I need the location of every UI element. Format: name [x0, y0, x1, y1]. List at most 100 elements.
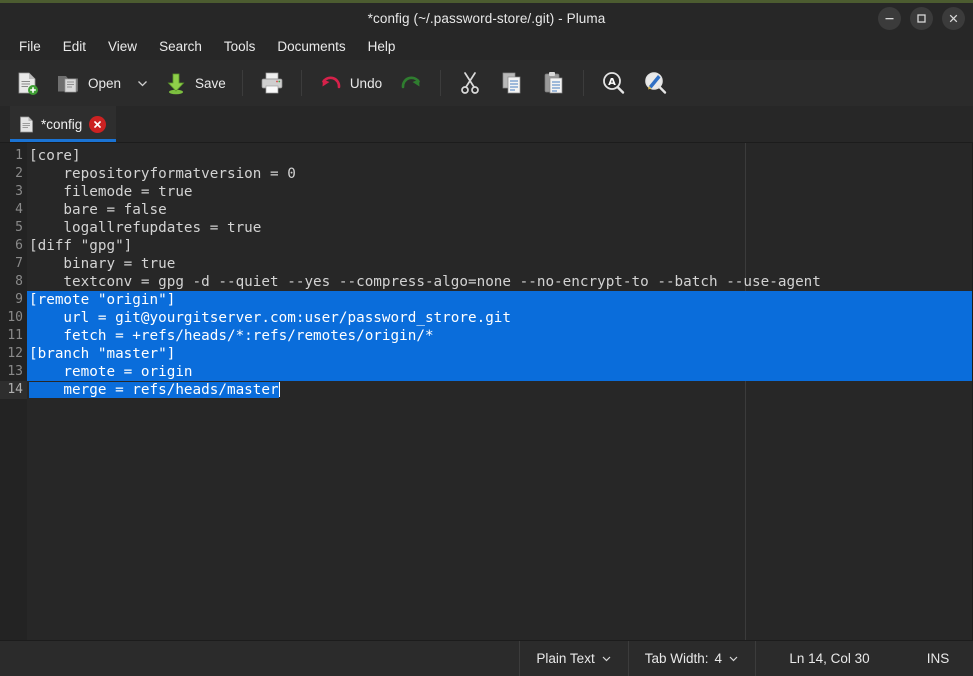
menu-file[interactable]: File	[8, 36, 52, 58]
open-folder-icon	[58, 76, 78, 93]
code-line: repositoryformatversion = 0	[29, 166, 296, 182]
undo-button-label: Undo	[349, 75, 383, 91]
line-number: 13	[7, 364, 23, 379]
menu-help[interactable]: Help	[357, 36, 407, 58]
menu-tools[interactable]: Tools	[213, 36, 267, 58]
print-button[interactable]	[251, 64, 293, 102]
line-number: 6	[15, 238, 23, 253]
toolbar-separator-2	[300, 70, 302, 96]
code-line-text: merge = refs/heads/master	[29, 382, 279, 398]
tab-width-label: Tab Width:	[644, 651, 709, 666]
replace-icon	[645, 72, 667, 94]
code-line: [remote "origin"]	[27, 291, 972, 309]
new-document-icon	[18, 72, 38, 95]
menu-edit[interactable]: Edit	[52, 36, 97, 58]
undo-button[interactable]: Undo	[310, 64, 390, 102]
line-number: 11	[7, 328, 23, 343]
document-icon	[20, 116, 33, 132]
code-area[interactable]: [core] repositoryformatversion = 0 filem…	[27, 143, 972, 640]
close-icon	[949, 14, 958, 22]
open-dropdown-button[interactable]	[129, 64, 155, 102]
copy-button[interactable]	[491, 64, 533, 102]
save-button-label: Save	[195, 75, 226, 91]
line-number: 14	[0, 381, 27, 399]
window-title: *config (~/.password-store/.git) - Pluma	[367, 10, 606, 26]
close-icon	[94, 120, 102, 128]
save-button[interactable]: Save	[155, 64, 234, 102]
titlebar: *config (~/.password-store/.git) - Pluma	[0, 3, 973, 33]
window-controls	[878, 3, 965, 33]
cut-button[interactable]	[449, 64, 491, 102]
code-line: [branch "master"]	[27, 345, 972, 363]
tab-close-button[interactable]	[89, 115, 107, 133]
line-number: 10	[7, 310, 23, 325]
line-number: 1	[15, 148, 23, 163]
open-button-label: Open	[88, 75, 122, 91]
toolbar-separator-1	[241, 70, 243, 96]
line-number: 7	[15, 256, 23, 271]
code-line: binary = true	[29, 256, 176, 272]
code-line: remote = origin	[27, 363, 972, 381]
code-line: filemode = true	[29, 184, 193, 200]
line-number: 3	[15, 184, 23, 199]
minimize-icon	[885, 17, 894, 19]
code-line: [core]	[29, 148, 81, 164]
line-number: 2	[15, 166, 23, 181]
minimize-button[interactable]	[878, 6, 901, 30]
language-selector[interactable]: Plain Text	[519, 641, 627, 676]
insert-mode-indicator: INS	[926, 651, 950, 666]
find-button[interactable]: A	[592, 64, 634, 102]
pluma-window: *config (~/.password-store/.git) - Pluma…	[0, 0, 973, 676]
code-line: logallrefupdates = true	[29, 220, 262, 236]
save-icon	[167, 73, 185, 95]
tab-width-value: 4	[714, 651, 722, 666]
redo-icon	[401, 76, 420, 89]
tabbar: *config	[0, 106, 973, 143]
code-line: textconv = gpg -d --quiet --yes --compre…	[29, 274, 821, 290]
menu-view[interactable]: View	[97, 36, 148, 58]
copy-icon	[502, 72, 521, 94]
close-button[interactable]	[942, 6, 965, 30]
maximize-button[interactable]	[910, 6, 933, 30]
chevron-down-icon	[602, 656, 611, 662]
line-number: 8	[15, 274, 23, 289]
language-label: Plain Text	[536, 651, 595, 666]
open-button[interactable]: Open	[48, 64, 129, 102]
line-number: 12	[7, 346, 23, 361]
paste-button[interactable]	[533, 64, 575, 102]
cursor-position: Ln 14, Col 30	[755, 641, 903, 676]
paste-icon	[544, 72, 563, 94]
tab-width-selector[interactable]: Tab Width: 4	[627, 641, 755, 676]
code-line: fetch = +refs/heads/*:refs/remotes/origi…	[27, 327, 972, 345]
menubar: File Edit View Search Tools Documents He…	[0, 33, 973, 60]
code-line: [diff "gpg"]	[29, 238, 133, 254]
line-number: 9	[15, 292, 23, 307]
tab-config[interactable]: *config	[10, 106, 117, 142]
menu-documents[interactable]: Documents	[266, 36, 356, 58]
chevron-down-icon	[137, 80, 147, 86]
replace-button[interactable]	[634, 64, 676, 102]
editor-area[interactable]: 1 2 3 4 5 6 7 8 9 10 11 12 13 14 [core]	[0, 143, 973, 640]
code-line: url = git@yourgitserver.com:user/passwor…	[27, 309, 972, 327]
maximize-icon	[917, 13, 926, 23]
tab-title: *config	[41, 116, 83, 132]
new-document-button[interactable]	[6, 64, 48, 102]
find-icon: A	[603, 72, 625, 94]
text-caret	[278, 382, 280, 397]
toolbar: Open Save Undo A	[0, 60, 973, 106]
undo-icon	[322, 76, 341, 89]
line-number-gutter: 1 2 3 4 5 6 7 8 9 10 11 12 13 14	[0, 143, 27, 640]
toolbar-separator-3	[440, 70, 442, 96]
print-icon	[261, 72, 283, 94]
redo-button[interactable]	[390, 64, 432, 102]
line-number: 4	[15, 202, 23, 217]
cut-icon	[461, 72, 479, 94]
toolbar-separator-4	[583, 70, 585, 96]
menu-search[interactable]: Search	[148, 36, 213, 58]
svg-text:A: A	[608, 77, 616, 88]
code-line: merge = refs/heads/master	[27, 381, 972, 399]
line-number: 5	[15, 220, 23, 235]
chevron-down-icon	[729, 656, 738, 662]
statusbar-spacer	[0, 641, 519, 676]
code-line: bare = false	[29, 202, 167, 218]
